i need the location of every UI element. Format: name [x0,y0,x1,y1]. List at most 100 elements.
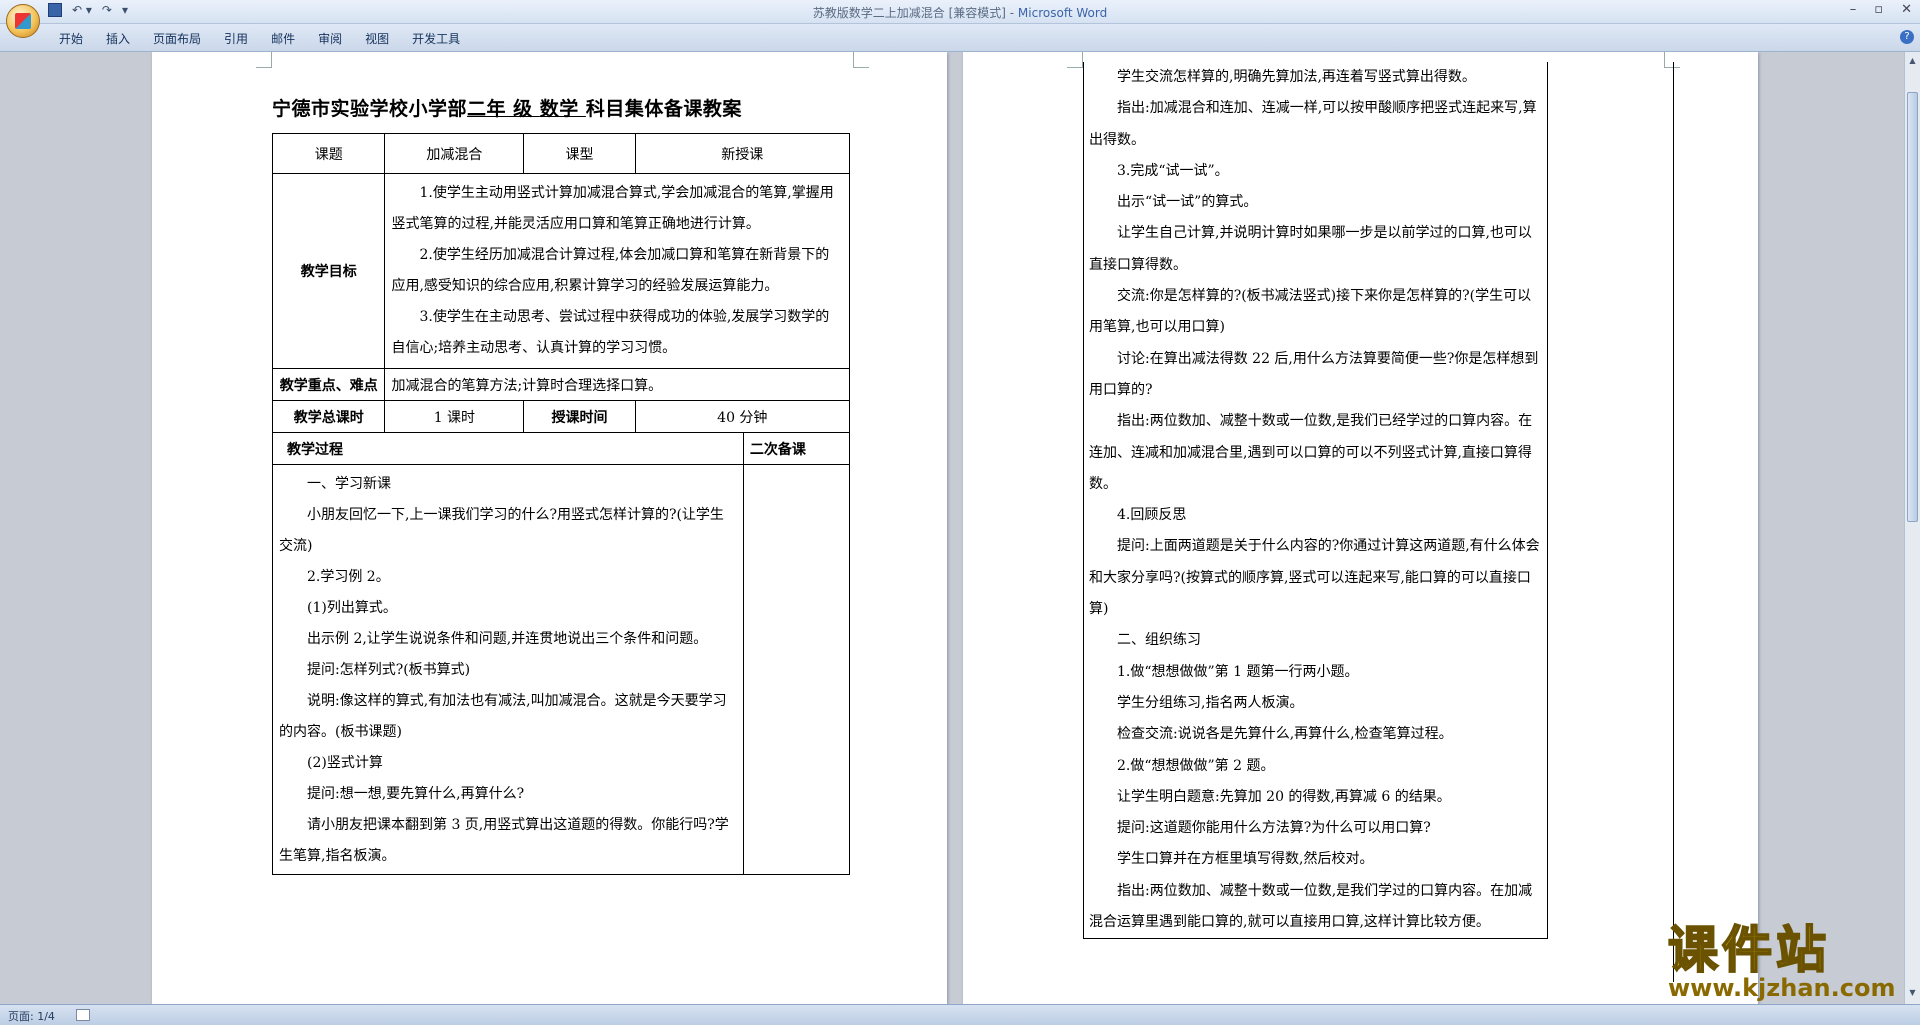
heading-school: 宁德市实验学校小学部 [272,98,468,120]
key-points-value: 加减混合的笔算方法;计算时合理选择口算。 [384,368,850,401]
body-paragraph: 1.做“想想做做”第 1 题第一行两小题。 [1117,663,1359,680]
page-count[interactable]: 页面: 1/4 [8,1008,55,1024]
process-line: 请小朋友把课本翻到第 3 页,用竖式算出这道题的得数。你能行吗?学生笔算,指名板… [279,817,729,864]
scrollbar-thumb[interactable] [1907,92,1918,522]
body-paragraph: 2.做“想想做做”第 2 题。 [1117,757,1275,774]
goal-item: 2.使学生经历加减混合计算过程,体会加减口算和笔算在新背景下的应用,感受知识的综… [391,247,830,294]
close-icon[interactable]: ✕ [1901,2,1912,17]
body-paragraph: 学生口算并在方框里填写得数,然后校对。 [1117,851,1374,868]
process-line: 小朋友回忆一下,上一课我们学习的什么?用竖式怎样计算的?(让学生交流) [279,507,724,554]
body-paragraph: 学生分组练习,指名两人板演。 [1117,694,1304,711]
document-workspace: 宁德市实验学校小学部二年 级 数学 科目集体备课教案 课题 加减混合 课型 新授… [0,52,1904,1004]
watermark-url: www.kjzhan.com [1668,974,1896,1002]
key-points-label: 教学重点、难点 [271,368,386,401]
watermark-logo: 课件站 www.kjzhan.com [1667,921,1908,1002]
tab-home[interactable]: 开始 [52,30,99,48]
body-paragraph: 指出:两位数加、减整十数或一位数,是我们学过的口算内容。在加减混合运算里遇到能口… [1089,882,1533,931]
tab-page-layout[interactable]: 页面布局 [146,30,217,48]
minimize-icon[interactable]: – [1850,2,1857,17]
process-line: (1)列出算式。 [307,600,397,616]
process-line: 提问:怎样列式?(板书算式) [307,662,471,678]
hours-label: 教学总课时 [271,400,386,433]
table-row: 教学总课时 1 课时 授课时间 40 分钟 [271,400,851,433]
vertical-scrollbar[interactable]: ▲ ▼ [1904,52,1920,1004]
process-line: 出示例 2,让学生说说条件和问题,并连贯地说出三个条件和问题。 [307,631,708,647]
tab-mailings[interactable]: 邮件 [264,30,311,48]
tab-view[interactable]: 视图 [358,30,405,48]
process-label: 教学过程 [272,432,744,465]
office-logo-icon [15,13,31,29]
type-label: 课型 [523,133,636,174]
body-paragraph: 让学生明白题意:先算加 20 的得数,再算减 6 的结果。 [1117,788,1451,805]
crop-mark [853,52,869,68]
lesson-label: 课题 [271,133,386,174]
tab-developer[interactable]: 开发工具 [405,30,476,48]
body-paragraph: 出示“试一试”的算式。 [1117,194,1258,211]
tab-references[interactable]: 引用 [217,30,264,48]
table-row: 教学过程 二次备课 [272,432,851,465]
heading-grade: 二年 [467,98,507,120]
table-row: 课题 加减混合 课型 新授课 [271,133,851,174]
body-paragraph: 3.完成“试一试”。 [1117,162,1229,179]
watermark-text: 课件站 [1667,921,1830,979]
status-bar: 页面: 1/4 [0,1004,1920,1025]
process-line: 2.学习例 2。 [307,569,390,585]
crop-mark [256,52,272,68]
lesson-plan-table: 课题 加减混合 课型 新授课 教学目标 1.使学生主动用竖式计算加减混合算式,学… [271,133,851,875]
lesson-plan-heading: 宁德市实验学校小学部二年 级 数学 科目集体备课教案 [272,94,847,121]
goal-item: 3.使学生在主动思考、尝试过程中获得成功的体验,发展学习数学的自信心;培养主动思… [391,309,830,356]
process-line: (2)竖式计算 [307,755,383,771]
office-button[interactable] [6,4,40,38]
body-paragraph: 指出:两位数加、减整十数或一位数,是我们已经学过的口算内容。在连加、连减和加减混… [1089,413,1533,492]
process-body: 一、学习新课 小朋友回忆一下,上一课我们学习的什么?用竖式怎样计算的?(让学生交… [272,464,744,875]
goal-item: 1.使学生主动用竖式计算加减混合算式,学会加减混合的笔算,掌握用竖式笔算的过程,… [391,185,834,232]
maximize-icon[interactable]: ▫ [1874,2,1883,17]
body-paragraph: 提问:上面两道题是关于什么内容的?你通过计算这两道题,有什么体会和大家分享吗?(… [1089,538,1540,618]
tab-insert[interactable]: 插入 [99,30,146,48]
table-row: 一、学习新课 小朋友回忆一下,上一课我们学习的什么?用竖式怎样计算的?(让学生交… [272,464,851,875]
body-paragraph: 提问:这道题你能用什么方法算?为什么可以用口算? [1117,820,1431,837]
proofing-icon[interactable] [76,1009,90,1021]
help-icon[interactable]: ? [1900,30,1914,44]
table-row: 教学目标 1.使学生主动用竖式计算加减混合算式,学会加减混合的笔算,掌握用竖式笔… [271,173,850,369]
app-name: Microsoft Word [1017,6,1108,20]
process-line: 一、学习新课 [307,476,391,492]
second-prep-column [1548,62,1674,982]
scroll-up-icon[interactable]: ▲ [1907,56,1918,68]
page-1-content: 宁德市实验学校小学部二年 级 数学 科目集体备课教案 课题 加减混合 课型 新授… [271,94,851,875]
body-paragraph: 4.回顾反思 [1117,507,1187,524]
hours-value: 1 课时 [384,400,525,433]
heading-subject: 数学 [539,98,586,120]
page-2-content: 学生交流怎样算的,明确先算加法,再连着写竖式算出得数。 指出:加减混合和连加、连… [1083,62,1548,940]
time-label: 授课时间 [523,400,636,433]
heading-grade-unit: 级 [506,98,540,120]
lesson-value: 加减混合 [384,133,525,174]
window-controls: – ▫ ✕ [1850,2,1912,17]
type-value: 新授课 [634,133,851,174]
goals-cell: 1.使学生主动用竖式计算加减混合算式,学会加减混合的笔算,掌握用竖式笔算的过程,… [384,173,850,369]
document-name: 苏教版数学二上加减混合 [兼容模式] - [812,6,1018,20]
body-paragraph: 让学生自己计算,并说明计算时如果哪一步是以前学过的口算,也可以直接口算得数。 [1089,225,1532,273]
body-paragraph: 交流:你是怎样算的?(板书减法竖式)接下来你是怎样算的?(学生可以用笔算,也可以… [1089,288,1532,336]
document-page-1[interactable]: 宁德市实验学校小学部二年 级 数学 科目集体备课教案 课题 加减混合 课型 新授… [152,52,947,1004]
body-paragraph: 指出:加减混合和连加、连减一样,可以按甲酸顺序把竖式连起来写,算出得数。 [1089,100,1537,148]
table-row: 教学重点、难点 加减混合的笔算方法;计算时合理选择口算。 [271,368,850,401]
scroll-down-icon[interactable]: ▼ [1907,988,1918,1000]
second-prep-label: 二次备课 [742,432,851,465]
body-paragraph: 二、组织练习 [1117,632,1201,649]
second-prep-cell [742,464,851,875]
goals-label: 教学目标 [271,173,386,369]
process-line: 说明:像这样的算式,有加法也有减法,叫加减混合。这就是今天要学习的内容。(板书课… [279,693,727,740]
body-paragraph: 讨论:在算出减法得数 22 后,用什么方法算要简便一些?你是怎样想到用口算的? [1089,350,1539,398]
document-page-2[interactable]: 学生交流怎样算的,明确先算加法,再连着写竖式算出得数。 指出:加减混合和连加、连… [963,52,1758,1004]
tab-review[interactable]: 审阅 [311,30,358,48]
heading-title: 科目集体备课教案 [585,98,742,120]
window-title: 苏教版数学二上加减混合 [兼容模式] - Microsoft Word [0,4,1920,21]
time-value: 40 分钟 [634,400,851,433]
ribbon-tabs: 开始 插入 页面布局 引用 邮件 审阅 视图 开发工具 [52,30,476,48]
ribbon: 开始 插入 页面布局 引用 邮件 审阅 视图 开发工具 ? [0,24,1920,52]
body-paragraph: 检查交流:说说各是先算什么,再算什么,检查笔算过程。 [1117,726,1453,743]
body-paragraph: 学生交流怎样算的,明确先算加法,再连着写竖式算出得数。 [1117,69,1476,85]
crop-mark [1067,52,1083,68]
process-line: 提问:想一想,要先算什么,再算什么? [307,786,525,802]
